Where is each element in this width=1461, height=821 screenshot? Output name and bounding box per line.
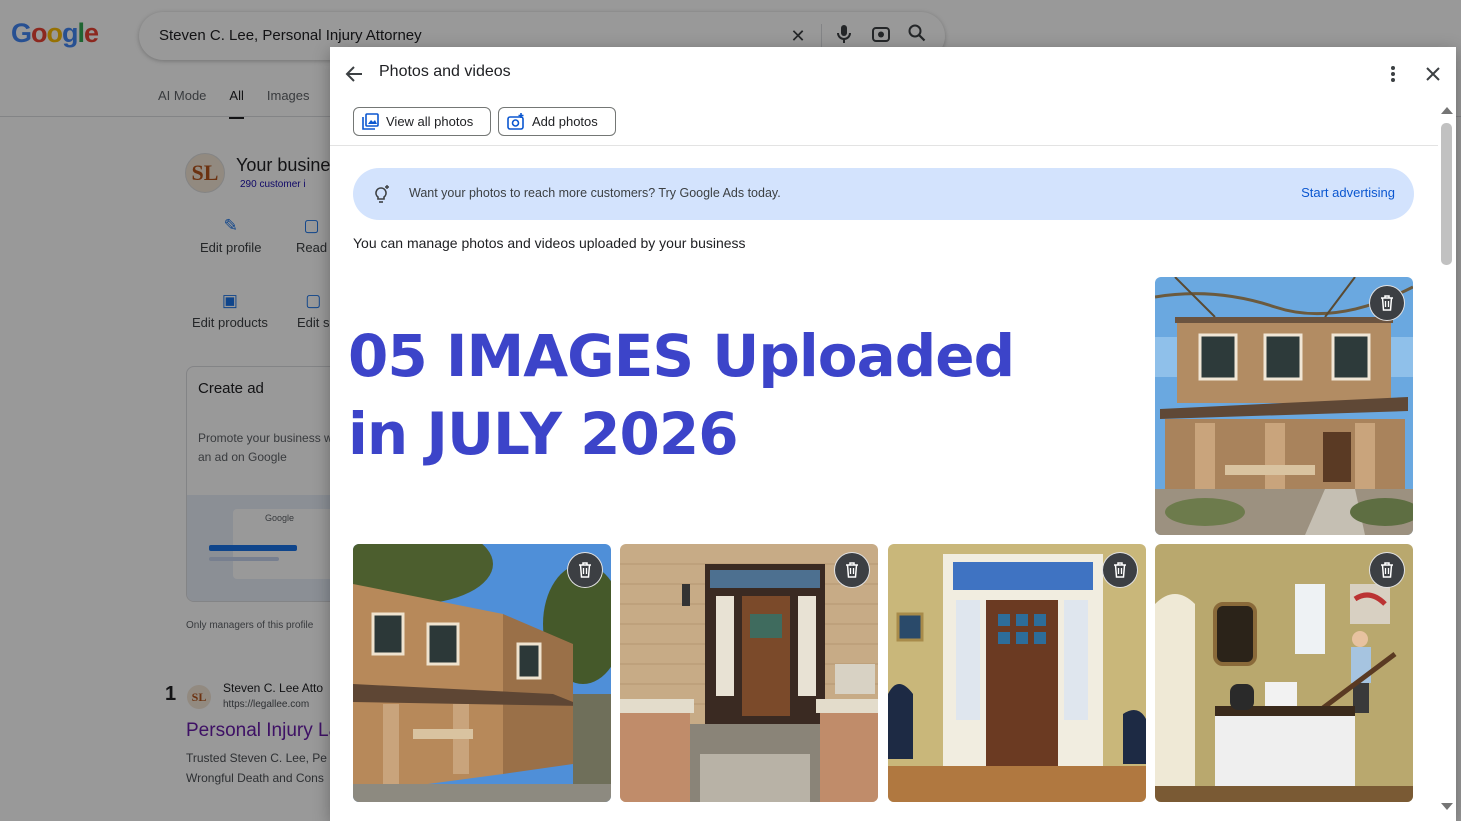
delete-photo-button[interactable]: [1369, 552, 1405, 588]
trash-icon: [1114, 562, 1126, 578]
upload-headline-overlay: 05 IMAGES Uploaded in JULY 2026: [348, 317, 1015, 473]
view-all-photos-button[interactable]: View all photos: [353, 107, 491, 136]
scrollbar-thumb[interactable]: [1441, 123, 1452, 265]
add-photo-icon: [507, 113, 525, 130]
ads-promo-banner: Want your photos to reach more customers…: [353, 168, 1414, 220]
more-options-icon[interactable]: [1386, 63, 1400, 85]
start-advertising-link[interactable]: Start advertising: [1301, 185, 1395, 200]
headline-line-1: 05 IMAGES Uploaded: [348, 322, 1015, 390]
add-photos-button[interactable]: Add photos: [498, 107, 616, 136]
dialog-title: Photos and videos: [379, 63, 511, 80]
delete-photo-button[interactable]: [1369, 285, 1405, 321]
photo-tile[interactable]: [1155, 277, 1413, 535]
manage-info-text: You can manage photos and videos uploade…: [353, 235, 746, 251]
trash-icon: [579, 562, 591, 578]
photo-tile[interactable]: [888, 544, 1146, 802]
close-icon[interactable]: [1422, 63, 1444, 85]
photo-tile[interactable]: [620, 544, 878, 802]
headline-line-2: in JULY 2026: [348, 400, 739, 468]
lightbulb-icon: [370, 183, 392, 205]
photo-library-icon: [362, 113, 379, 130]
photo-tile[interactable]: [353, 544, 611, 802]
back-arrow-icon[interactable]: [343, 63, 365, 85]
delete-photo-button[interactable]: [1102, 552, 1138, 588]
photos-dialog: Photos and videos View all photos Add ph…: [330, 47, 1456, 821]
dialog-divider: [330, 145, 1442, 146]
scroll-down-arrow[interactable]: [1441, 803, 1453, 810]
banner-text: Want your photos to reach more customers…: [409, 186, 781, 200]
trash-icon: [846, 562, 858, 578]
delete-photo-button[interactable]: [834, 552, 870, 588]
trash-icon: [1381, 295, 1393, 311]
scroll-up-arrow[interactable]: [1441, 107, 1453, 114]
photo-tile[interactable]: [1155, 544, 1413, 802]
trash-icon: [1381, 562, 1393, 578]
delete-photo-button[interactable]: [567, 552, 603, 588]
